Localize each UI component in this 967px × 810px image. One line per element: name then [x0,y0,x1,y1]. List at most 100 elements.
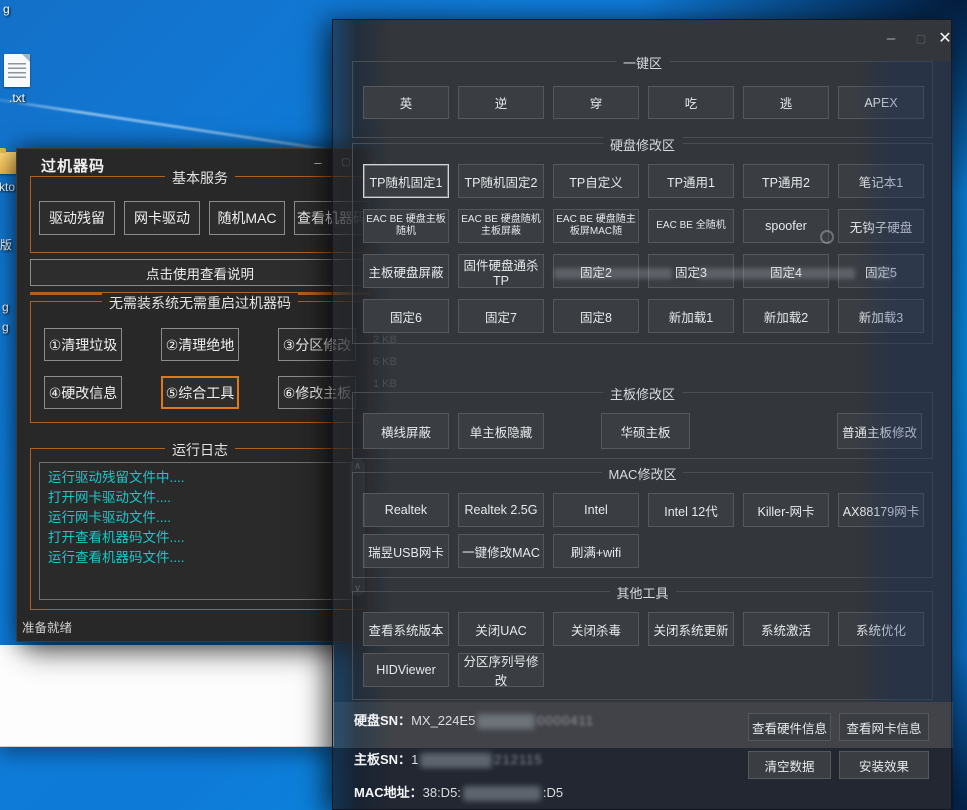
machine-code-window: 过机器码 – ▢ ✕ 基本服务 驱动残留网卡驱动随机MAC查看机器码 点击使用查… [16,148,374,642]
disk-mod-button-3[interactable]: TP通用1 [648,164,734,198]
other-tool-button-7[interactable]: 分区序列号修改 [458,653,544,687]
disk-mod-button-8[interactable]: EAC BE 硬盘随主板屏MAC随 [553,209,639,243]
disk-mod-button-12[interactable]: 主板硬盘屏蔽 [363,254,449,288]
numbered-tool-button-1[interactable]: ②清理绝地 [161,328,239,361]
disk-mod-button-4[interactable]: TP通用2 [743,164,829,198]
view-nic-info-button[interactable]: 查看网卡信息 [839,713,929,741]
board-sn-label: 主板SN： [354,752,411,767]
mac-mod-button-6[interactable]: 瑞昱USB网卡 [363,534,449,568]
disk-mod-button-15[interactable]: 固定3 [648,254,734,288]
basic-button-0[interactable]: 驱动残留 [39,201,115,235]
desktop: g .txt kto 版 g g 过机器码 – ▢ ✕ 基本服务 驱动残留网卡驱… [0,0,967,810]
disk-mod-button-5[interactable]: 笔记本1 [838,164,924,198]
mac-mod-button-4[interactable]: Killer-网卡 [743,493,829,527]
window-title: 过机器码 [41,155,105,176]
redaction-blur [477,714,535,729]
numbered-tool-button-4[interactable]: ⑤综合工具 [161,376,239,409]
disk-mod-button-11[interactable]: 无钩子硬盘 [838,209,924,243]
other-tool-button-0[interactable]: 查看系统版本 [363,612,449,646]
basic-button-2[interactable]: 随机MAC [209,201,285,235]
onekey-button-1[interactable]: 逆 [458,86,544,119]
usage-help-button[interactable]: 点击使用查看说明 [30,259,370,286]
other-tool-button-3[interactable]: 关闭系统更新 [648,612,734,646]
section-disk-mod: 硬盘修改区 TP随机固定1TP随机固定2TP自定义TP通用1TP通用2笔记本1E… [352,143,933,344]
mac-mod-button-0[interactable]: Realtek [363,493,449,527]
disk-mod-button-21[interactable]: 新加载1 [648,299,734,333]
disk-mod-button-9[interactable]: EAC BE 全随机 [648,209,734,243]
mac-label: MAC地址： [354,785,423,800]
mac-mod-button-2[interactable]: Intel [553,493,639,527]
disk-mod-button-7[interactable]: EAC BE 硬盘随机主板屏蔽 [458,209,544,243]
desktop-icon-label-partial[interactable]: g [3,2,10,16]
numbered-tool-button-0[interactable]: ①清理垃圾 [44,328,122,361]
other-tool-button-6[interactable]: HIDViewer [363,653,449,687]
board-mod-button-3[interactable]: 普通主板修改 [837,413,922,449]
view-hardware-info-button[interactable]: 查看硬件信息 [748,713,831,741]
disk-mod-button-18[interactable]: 固定6 [363,299,449,333]
desktop-icon-txt-file[interactable]: .txt [0,54,34,105]
other-tool-button-5[interactable]: 系统优化 [838,612,924,646]
redaction-blur [463,786,541,801]
mac-mod-button-3[interactable]: Intel 12代 [648,493,734,527]
log-line-0: 运行驱动残留文件中.... [48,468,344,488]
board-mod-button-0[interactable]: 横线屏蔽 [363,413,449,449]
basic-button-1[interactable]: 网卡驱动 [124,201,200,235]
board-mod-button-2[interactable]: 华硕主板 [601,413,690,449]
install-effect-button[interactable]: 安装效果 [839,751,929,779]
section-legend: MAC修改区 [602,464,684,483]
maximize-button[interactable]: ▢ [909,28,933,50]
section-onekey: 一键区 英逆穿吃逃APEX [352,61,933,138]
onekey-button-0[interactable]: 英 [363,86,449,119]
onekey-button-4[interactable]: 逃 [743,86,829,119]
mac-mod-button-1[interactable]: Realtek 2.5G [458,493,544,527]
disk-mod-button-0[interactable]: TP随机固定1 [363,164,449,198]
disk-mod-button-14[interactable]: 固定2 [553,254,639,288]
status-bar: 准备就绪 [22,617,72,636]
numbered-tool-button-3[interactable]: ④硬改信息 [44,376,122,409]
disk-mod-button-19[interactable]: 固定7 [458,299,544,333]
other-tool-button-1[interactable]: 关闭UAC [458,612,544,646]
clear-data-button[interactable]: 清空数据 [748,751,831,779]
other-tool-button-4[interactable]: 系统激活 [743,612,829,646]
mac-mod-button-8[interactable]: 刷满+wifi [553,534,639,568]
close-button[interactable]: ✕ [933,28,957,50]
log-line-3: 打开查看机器码文件.... [48,528,344,548]
chevron-up-icon: ∧ [350,461,365,472]
txt-file-label: .txt [0,91,34,105]
board-sn-tail: 212115 [494,752,542,767]
board-sn-value: 1 [411,752,418,767]
section-legend: 一键区 [616,53,669,72]
hdd-sn-label: 硬盘SN： [354,713,411,728]
desktop-icon-label-partial[interactable]: g [2,300,9,314]
section-legend: 其他工具 [609,583,675,602]
other-tool-button-2[interactable]: 关闭杀毒 [553,612,639,646]
disk-mod-button-16[interactable]: 固定4 [743,254,829,288]
onekey-button-2[interactable]: 穿 [553,86,639,119]
disk-mod-button-2[interactable]: TP自定义 [553,164,639,198]
onekey-button-3[interactable]: 吃 [648,86,734,119]
disk-mod-button-13[interactable]: 固件硬盘通杀TP [458,254,544,288]
disk-mod-button-22[interactable]: 新加载2 [743,299,829,333]
desktop-icon-label-partial[interactable]: g [2,320,9,334]
disk-mod-button-20[interactable]: 固定8 [553,299,639,333]
hdd-sn-tail: 0000411 [537,713,594,728]
disk-mod-button-17[interactable]: 固定5 [838,254,924,288]
disk-mod-button-10[interactable]: spoofer [743,209,829,243]
board-mod-button-1[interactable]: 单主板隐藏 [458,413,544,449]
minimize-button[interactable]: – [879,28,903,50]
mac-prefix: 38:D5: [423,785,461,800]
disk-mod-button-6[interactable]: EAC BE 硬盘主板随机 [363,209,449,243]
hdd-sn-value: MX_224E5 [411,713,475,728]
text-file-icon [4,54,30,87]
disk-mod-button-1[interactable]: TP随机固定2 [458,164,544,198]
section-other-tools: 其他工具 查看系统版本关闭UAC关闭杀毒关闭系统更新系统激活系统优化HIDVie… [352,591,933,700]
desktop-icon-label-partial[interactable]: 版 [0,238,12,252]
background-window [0,645,334,747]
onekey-button-5[interactable]: APEX [838,86,924,119]
disk-mod-button-23[interactable]: 新加载3 [838,299,924,333]
redaction-blur [420,753,492,768]
board-sn-row: 主板SN：1 212115 [354,749,543,768]
mac-mod-button-7[interactable]: 一键修改MAC [458,534,544,568]
minimize-button[interactable]: – [307,153,329,173]
mac-mod-button-5[interactable]: AX88179网卡 [838,493,924,527]
